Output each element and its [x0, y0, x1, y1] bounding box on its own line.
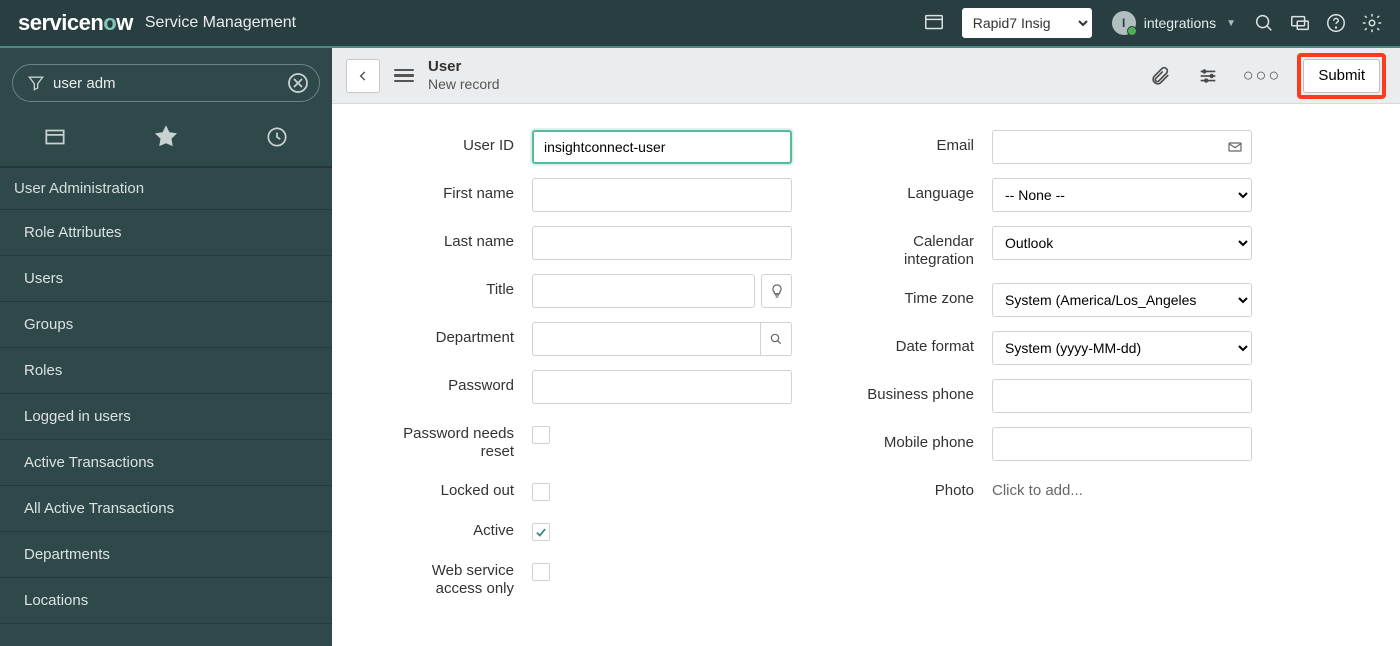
mobile-phone-label: Mobile phone	[842, 427, 992, 452]
form-right-column: Email Language -- None -- Cale	[842, 130, 1262, 612]
active-label: Active	[382, 515, 532, 540]
password-label: Password	[382, 370, 532, 395]
form-left-column: User ID First name Last name Title	[382, 130, 802, 612]
web-access-checkbox[interactable]	[532, 563, 550, 581]
first-name-input[interactable]	[532, 178, 792, 212]
mobile-phone-input[interactable]	[992, 427, 1252, 461]
nav-section-heading: User Administration	[0, 167, 332, 210]
history-icon[interactable]	[264, 124, 290, 150]
password-input[interactable]	[532, 370, 792, 404]
email-label: Email	[842, 130, 992, 155]
product-name: Service Management	[145, 14, 296, 32]
sidebar-item-locations[interactable]: Locations	[0, 578, 332, 624]
photo-label: Photo	[842, 475, 992, 500]
settings-sliders-icon[interactable]	[1195, 63, 1221, 89]
web-access-label: Web service access only	[382, 555, 532, 598]
timezone-label: Time zone	[842, 283, 992, 308]
first-name-label: First name	[382, 178, 532, 203]
language-select[interactable]: -- None --	[992, 178, 1252, 212]
chat-icon[interactable]	[1286, 9, 1314, 37]
department-label: Department	[382, 322, 532, 347]
calendar-label: Calendar integration	[842, 226, 992, 269]
all-apps-icon[interactable]	[42, 124, 68, 150]
email-icon[interactable]	[1220, 130, 1252, 164]
dateformat-select[interactable]: System (yyyy-MM-dd)	[992, 331, 1252, 365]
filter-navigator	[12, 64, 320, 102]
language-label: Language	[842, 178, 992, 203]
clear-filter-icon[interactable]	[286, 71, 310, 95]
last-name-input[interactable]	[532, 226, 792, 260]
submit-highlight: Submit	[1297, 53, 1386, 99]
window-icon[interactable]	[920, 9, 948, 37]
sidebar-item-groups[interactable]: Groups	[0, 302, 332, 348]
locked-out-checkbox[interactable]	[532, 483, 550, 501]
brand-text-suffix: w	[116, 10, 133, 35]
back-button[interactable]	[346, 59, 380, 93]
department-input[interactable]	[532, 322, 761, 356]
form-title-block: User New record	[428, 58, 500, 93]
business-phone-label: Business phone	[842, 379, 992, 404]
form-subtitle: New record	[428, 76, 500, 93]
brand-block: servicenow Service Management	[18, 10, 296, 36]
dateformat-label: Date format	[842, 331, 992, 356]
title-input[interactable]	[532, 274, 755, 308]
form-area: User New record ○○○ Submit User ID	[332, 48, 1400, 646]
nav-item-list: Role Attributes Users Groups Roles Logge…	[0, 210, 332, 624]
sidebar-item-roles[interactable]: Roles	[0, 348, 332, 394]
password-reset-label: Password needs reset	[382, 418, 532, 461]
global-header: servicenow Service Management Rapid7 Ins…	[0, 0, 1400, 46]
sidebar-item-active-transactions[interactable]: Active Transactions	[0, 440, 332, 486]
form-title: User	[428, 58, 500, 76]
context-select[interactable]: Rapid7 Insig	[962, 8, 1092, 38]
suggestion-icon[interactable]	[761, 274, 792, 308]
user-name-label: integrations	[1144, 15, 1216, 31]
email-input[interactable]	[992, 130, 1226, 164]
calendar-select[interactable]: Outlook	[992, 226, 1252, 260]
favorites-icon[interactable]	[153, 124, 179, 150]
navigator-sidebar: User Administration Role Attributes User…	[0, 48, 332, 646]
sidebar-item-departments[interactable]: Departments	[0, 532, 332, 578]
filter-icon	[26, 73, 46, 93]
business-phone-input[interactable]	[992, 379, 1252, 413]
more-actions-icon[interactable]: ○○○	[1237, 65, 1288, 86]
hamburger-icon[interactable]	[390, 65, 418, 87]
lookup-icon[interactable]	[761, 322, 792, 356]
form-header: User New record ○○○ Submit	[332, 48, 1400, 104]
timezone-select[interactable]: System (America/Los_Angeles	[992, 283, 1252, 317]
photo-add-link[interactable]: Click to add...	[992, 475, 1083, 499]
brand-text-prefix: servicen	[18, 10, 103, 35]
attachment-icon[interactable]	[1147, 63, 1173, 89]
submit-button[interactable]: Submit	[1303, 59, 1380, 93]
active-checkbox[interactable]	[532, 523, 550, 541]
chevron-down-icon: ▼	[1226, 18, 1236, 29]
sidebar-item-role-attributes[interactable]: Role Attributes	[0, 210, 332, 256]
last-name-label: Last name	[382, 226, 532, 251]
password-reset-checkbox[interactable]	[532, 426, 550, 444]
user-menu[interactable]: I integrations ▼	[1112, 11, 1236, 35]
user-id-input[interactable]	[532, 130, 792, 164]
help-icon[interactable]	[1322, 9, 1350, 37]
gear-icon[interactable]	[1358, 9, 1386, 37]
sidebar-item-all-active-transactions[interactable]: All Active Transactions	[0, 486, 332, 532]
search-icon[interactable]	[1250, 9, 1278, 37]
sidebar-item-logged-in-users[interactable]: Logged in users	[0, 394, 332, 440]
locked-out-label: Locked out	[382, 475, 532, 500]
sidebar-item-users[interactable]: Users	[0, 256, 332, 302]
avatar: I	[1112, 11, 1136, 35]
user-id-label: User ID	[382, 130, 532, 155]
filter-input[interactable]	[12, 64, 320, 102]
nav-tabs	[0, 112, 332, 167]
brand-logo: servicenow	[18, 10, 133, 36]
title-label: Title	[382, 274, 532, 299]
